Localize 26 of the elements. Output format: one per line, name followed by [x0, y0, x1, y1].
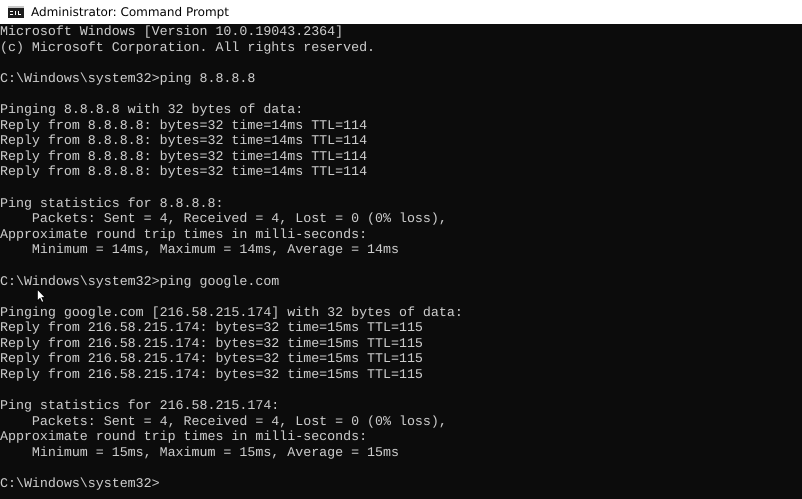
- console-line: Minimum = 14ms, Maximum = 14ms, Average = 14ms: [30, 242, 399, 258]
- console-line: Reply from 8.8.8.8: bytes=32 time=14ms TTL=114: [0, 148, 368, 164]
- console-line: C:\Windows\system32>ping google.com: [0, 274, 280, 290]
- console-line: Reply from 8.8.8.8: bytes=32 time=14ms TTL=114: [0, 118, 368, 134]
- console-line: Approximate round trip times in milli-seconds:: [0, 226, 368, 242]
- window-title: Administrator: Command Prompt: [31, 5, 229, 19]
- console-line: Packets: Sent = 4, Received = 4, Lost = 0 (0% loss),: [30, 414, 447, 430]
- console-line: Approximate round trip times in milli-seconds:: [0, 429, 368, 446]
- terminal-icon: [8, 6, 24, 18]
- console-line: Pinging 8.8.8.8 with 32 bytes of data:: [0, 102, 304, 118]
- console-line: Ping statistics for 8.8.8.8:: [0, 196, 224, 212]
- mouse-pointer-icon: [37, 289, 46, 303]
- console-line: (c) Microsoft Corporation. All rights reserved.: [0, 40, 376, 56]
- console-line: C:\Windows\system32>ping 8.8.8.8: [0, 70, 256, 86]
- console-line: Reply from 216.58.215.174: bytes=32 time=15ms TTL=115: [0, 320, 423, 336]
- console-line: Minimum = 15ms, Maximum = 15ms, Average = 15ms: [30, 445, 399, 461]
- console-line: Reply from 8.8.8.8: bytes=32 time=14ms TTL=114: [0, 164, 368, 180]
- console-line: Microsoft Windows [Version 10.0.19043.2364]: [0, 24, 344, 40]
- console-line: Reply from 216.58.215.174: bytes=32 time=15ms TTL=115: [0, 351, 423, 368]
- console-line: Packets: Sent = 4, Received = 4, Lost = 0 (0% loss),: [30, 211, 447, 227]
- console-line: Ping statistics for 216.58.215.174:: [0, 398, 280, 414]
- console-line: Reply from 216.58.215.174: bytes=32 time=15ms TTL=115: [0, 336, 423, 352]
- console-line: C:\Windows\system32>: [0, 476, 160, 492]
- console-line: Reply from 216.58.215.174: bytes=32 time=15ms TTL=115: [0, 367, 423, 383]
- console-line: Reply from 8.8.8.8: bytes=32 time=14ms TTL=114: [0, 133, 368, 149]
- console-line: Pinging google.com [216.58.215.174] with 32 bytes of data:: [0, 304, 463, 320]
